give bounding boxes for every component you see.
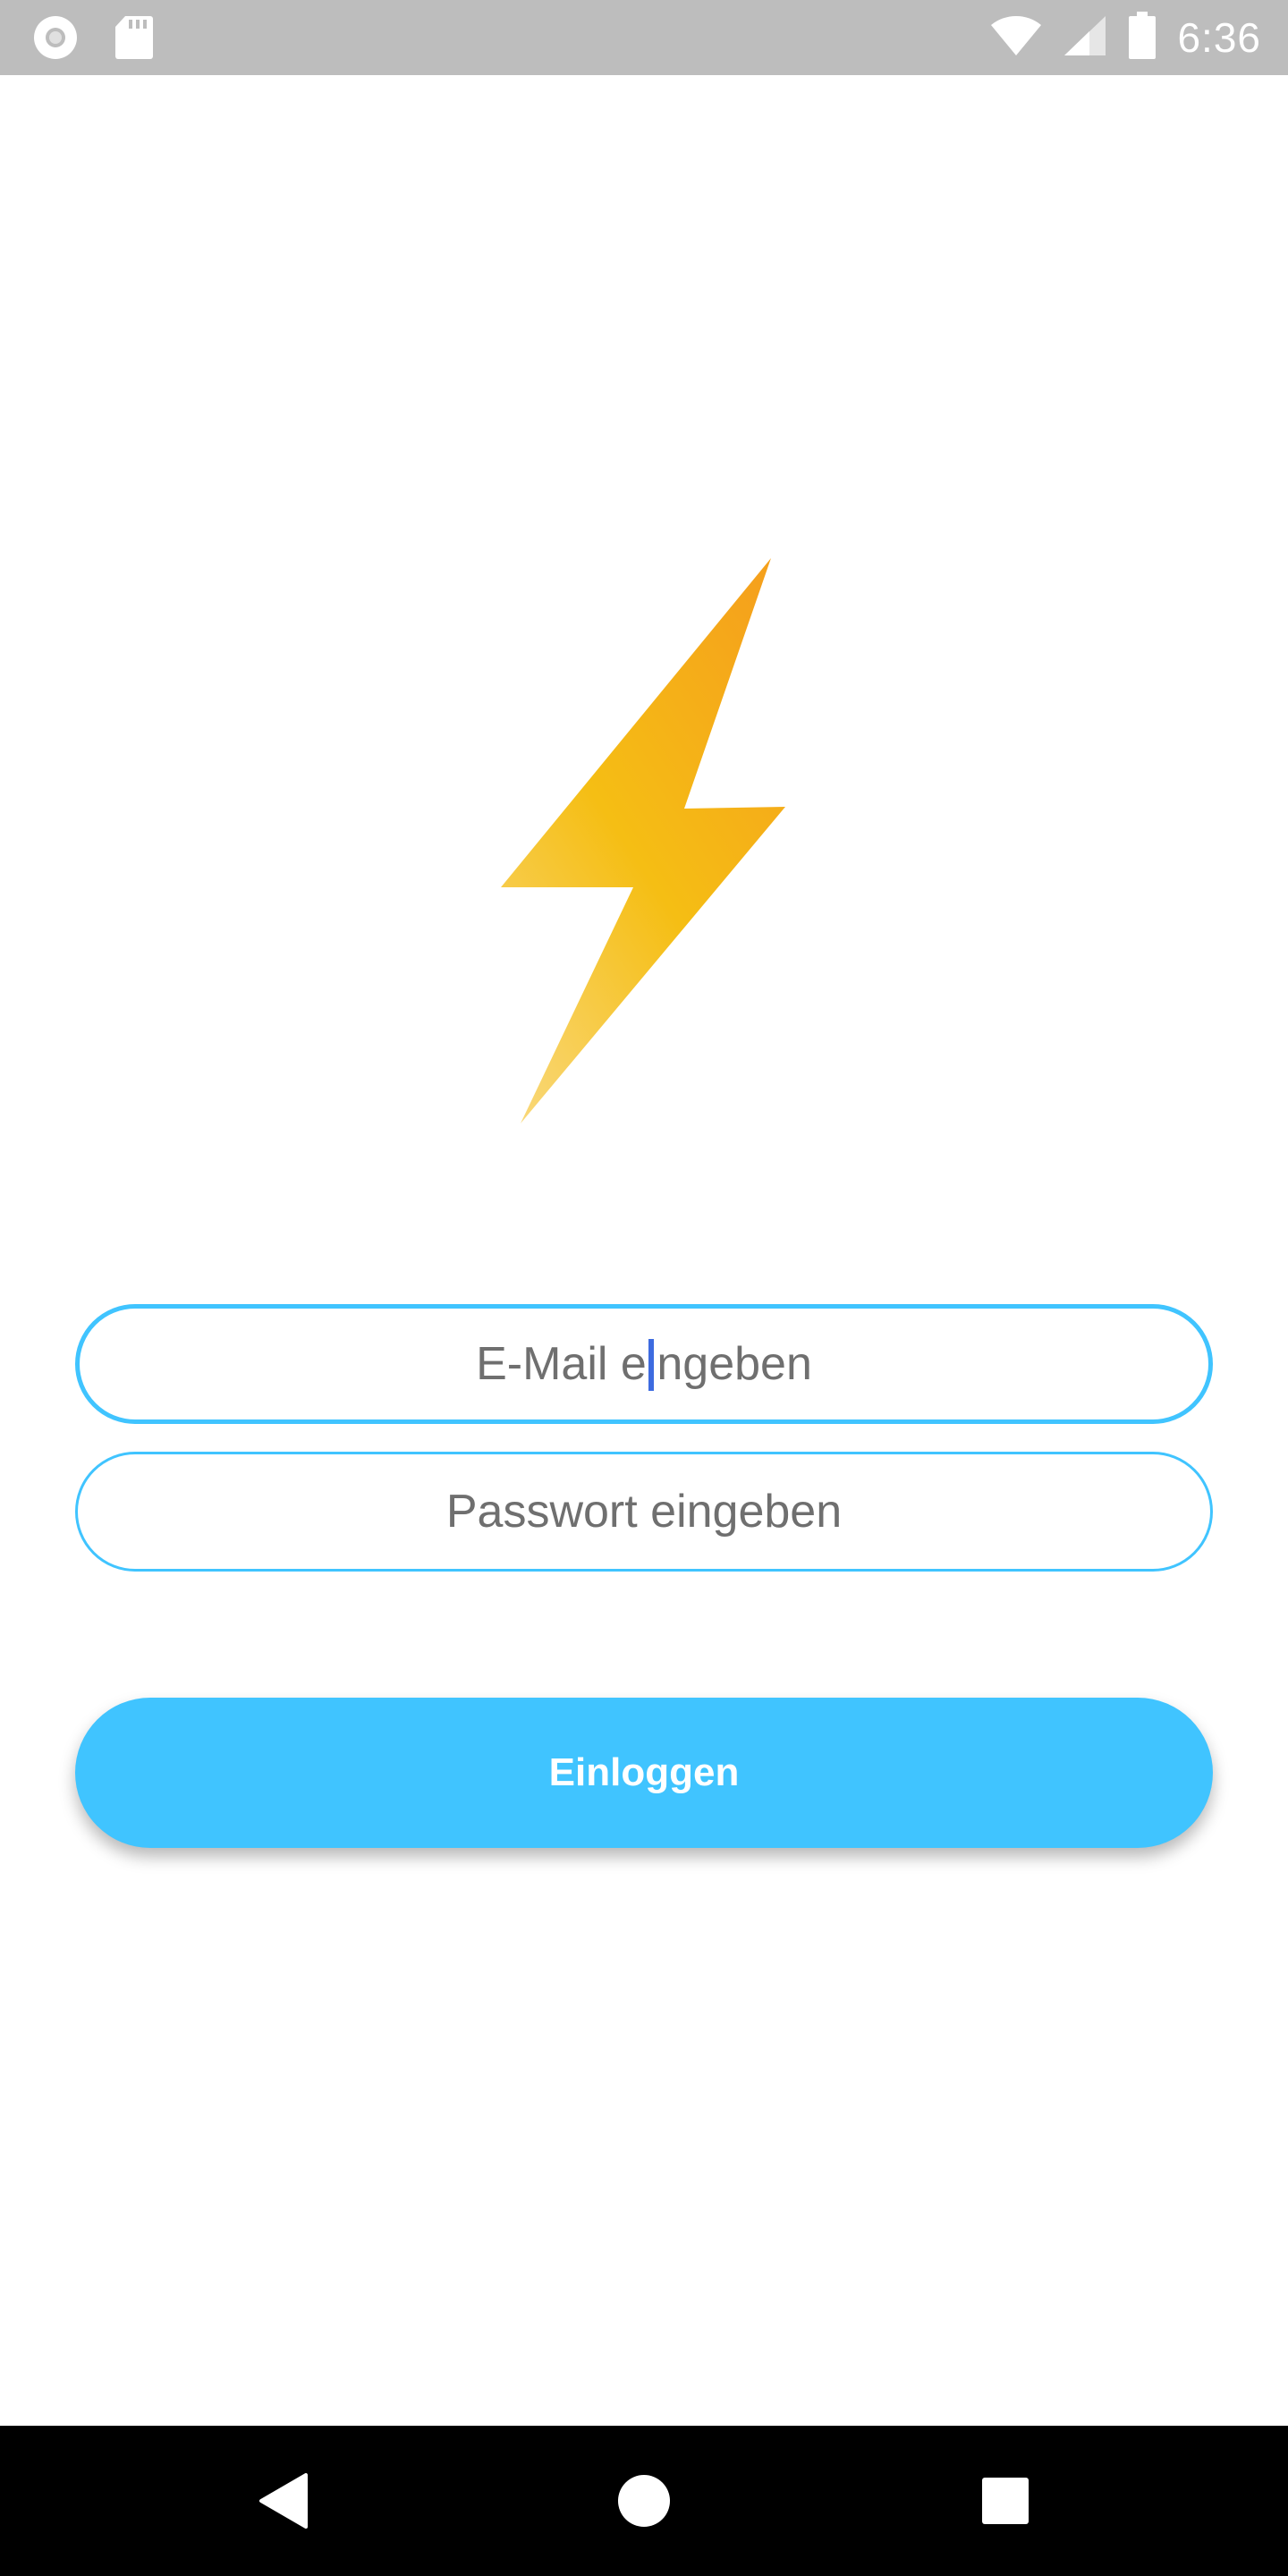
password-field[interactable]: Passwort eingeben — [75, 1452, 1213, 1572]
back-button[interactable] — [193, 2426, 372, 2576]
home-icon — [618, 2475, 670, 2527]
login-button[interactable]: Einloggen — [75, 1698, 1213, 1848]
record-icon — [32, 14, 79, 65]
back-icon — [259, 2473, 308, 2529]
wifi-icon — [989, 14, 1043, 62]
login-screen: 6:36 E-Mail eingeben Passwort eingeben E… — [0, 0, 1288, 2576]
status-bar: 6:36 — [0, 0, 1288, 75]
battery-icon — [1127, 11, 1157, 64]
password-placeholder: Passwort eingeben — [445, 1486, 843, 1538]
nav-bar — [0, 2426, 1288, 2576]
recents-icon — [982, 2478, 1029, 2524]
sd-card-icon — [114, 14, 154, 65]
home-button[interactable] — [555, 2426, 733, 2576]
email-placeholder-wrap: E-Mail eingeben — [476, 1337, 812, 1391]
status-bar-left — [32, 14, 154, 65]
text-caret — [648, 1339, 655, 1391]
email-placeholder: E-Mail eingeben — [476, 1338, 812, 1390]
signal-icon — [1063, 14, 1107, 62]
status-bar-right: 6:36 — [989, 9, 1261, 66]
status-time: 6:36 — [1177, 14, 1261, 61]
email-field[interactable]: E-Mail eingeben — [75, 1304, 1213, 1424]
recents-button[interactable] — [916, 2426, 1095, 2576]
lightning-bolt-icon — [501, 558, 787, 1123]
